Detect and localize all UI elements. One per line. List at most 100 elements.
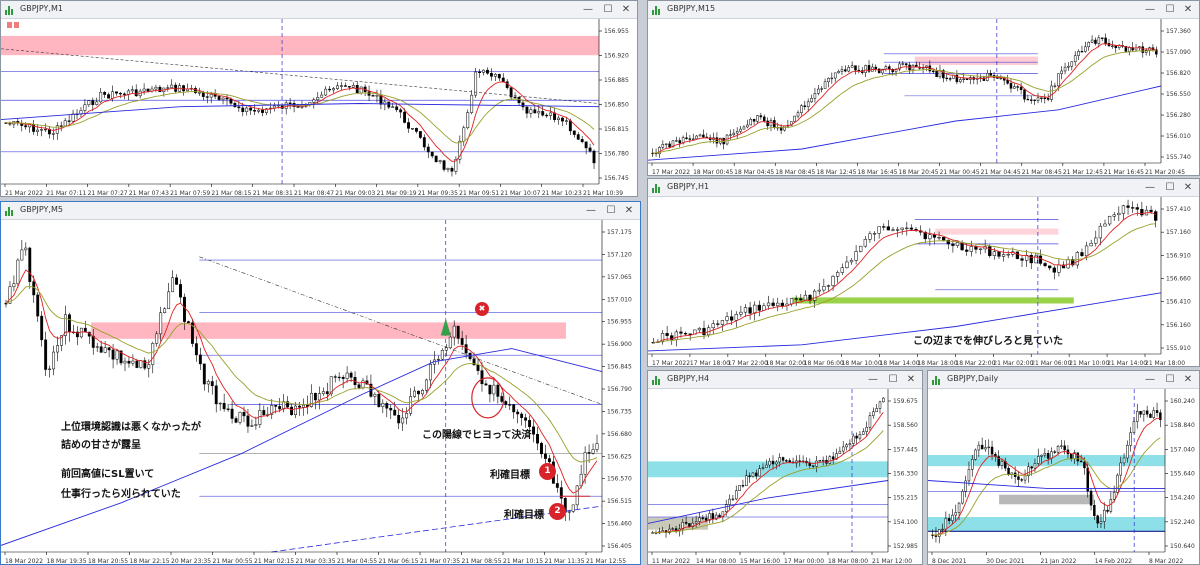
- candle-body: [501, 77, 505, 82]
- candle-body: [1076, 452, 1080, 462]
- time-tick-label: 21 Mar 07:27: [88, 190, 128, 196]
- candle-body: [282, 401, 286, 410]
- chart-window-daily[interactable]: GBPJPY,Daily — ☐ ✕ 160.240 158.840 157.040…: [927, 370, 1200, 565]
- candle-body: [928, 234, 932, 240]
- candle-body: [864, 65, 867, 73]
- candle-body: [1149, 209, 1153, 212]
- chart-area[interactable]: 156.955 156.920 156.885 156.850 156.815 156.7…: [1, 19, 637, 196]
- candle-body: [831, 456, 835, 460]
- title-bar[interactable]: GBPJPY,M1 — ☐ ✕: [1, 1, 637, 19]
- time-tick-label: 21 Mar 11:35: [545, 558, 585, 564]
- maximize-button[interactable]: ☐: [1163, 372, 1177, 387]
- close-button[interactable]: ✕: [622, 203, 636, 218]
- minimize-button[interactable]: —: [584, 203, 598, 218]
- candle-body: [728, 498, 731, 505]
- chart-area[interactable]: 157.360 157.090 156.820 156.550 156.280 156.0…: [648, 19, 1199, 175]
- chart-window-h4[interactable]: GBPJPY,H4 — ☐ ✕ 159.675 158.560 157.445 156…: [647, 370, 923, 565]
- candle-body: [170, 84, 174, 88]
- title-bar[interactable]: GBPJPY,M15 — ☐ ✕: [648, 1, 1199, 19]
- candle-body: [957, 502, 961, 513]
- maximize-button[interactable]: ☐: [1163, 180, 1177, 195]
- candle-body: [359, 86, 363, 93]
- chart-window-m5[interactable]: GBPJPY,M5 — ☐ ✕ 157.175 157.120 157.065 157…: [0, 201, 641, 565]
- candle-body: [1063, 445, 1066, 451]
- chart-app-icon: [932, 375, 943, 385]
- minimize-button[interactable]: —: [581, 2, 595, 17]
- title-bar[interactable]: GBPJPY,Daily — ☐ ✕: [928, 371, 1199, 389]
- candle-body: [905, 227, 909, 230]
- candle-body: [1132, 421, 1136, 433]
- candle-body: [182, 85, 186, 92]
- candle-body: [1083, 461, 1086, 469]
- candle-body: [863, 239, 867, 247]
- minimize-button[interactable]: —: [866, 372, 880, 387]
- candle-body: [401, 417, 405, 424]
- chart-background: [1, 220, 640, 564]
- candle-body: [688, 138, 692, 140]
- price-chart[interactable]: 159.675 158.560 157.445 156.330 155.215 154.1…: [648, 389, 922, 564]
- candle-body: [234, 418, 238, 423]
- chart-window-m1[interactable]: GBPJPY,M1 — ☐ ✕ 156.955 156.920 156.885 156…: [0, 0, 638, 197]
- close-button[interactable]: ✕: [619, 2, 633, 17]
- note-exit: この陽線でヒヨって決済: [422, 430, 532, 441]
- candle-body: [771, 460, 775, 465]
- minimize-button[interactable]: —: [1143, 180, 1157, 195]
- minimize-button[interactable]: —: [1143, 2, 1157, 17]
- candle-body: [134, 89, 138, 97]
- title-bar[interactable]: GBPJPY,H4 — ☐ ✕: [648, 371, 922, 389]
- price-chart[interactable]: 157.360 157.090 156.820 156.550 156.280 156.0…: [648, 19, 1199, 175]
- candle-body: [361, 380, 365, 388]
- close-button[interactable]: ✕: [904, 372, 918, 387]
- candle-body: [989, 72, 992, 76]
- candle-body: [537, 111, 541, 114]
- candle-body: [312, 99, 316, 103]
- close-button[interactable]: ✕: [1181, 2, 1195, 17]
- candle-body: [789, 298, 794, 305]
- maximize-button[interactable]: ☐: [601, 2, 615, 17]
- chart-window-m15[interactable]: GBPJPY,M15 — ☐ ✕ 157.360 157.090 156.820 15…: [647, 0, 1200, 176]
- time-tick-label: 17 Mar 00:00: [784, 558, 824, 564]
- candle-body: [751, 472, 755, 477]
- close-button[interactable]: ✕: [1181, 180, 1195, 195]
- candle-body: [540, 442, 543, 455]
- chart-window-h1[interactable]: GBPJPY,H1 — ☐ ✕ 157.410 157.160 156.910 156…: [647, 178, 1200, 367]
- candle-body: [555, 483, 559, 488]
- candle-body: [1142, 410, 1146, 415]
- price-tick-label: 154.100: [893, 519, 918, 526]
- candle-body: [1053, 85, 1057, 87]
- candle-body: [430, 151, 434, 157]
- close-button[interactable]: ✕: [1181, 372, 1195, 387]
- candle-body: [964, 480, 967, 492]
- candle-body: [446, 168, 450, 170]
- candle-body: [99, 92, 103, 103]
- price-tick-label: 156.280: [1166, 112, 1191, 119]
- time-tick-label: 21 Mar 09:35: [418, 190, 458, 196]
- title-bar[interactable]: GBPJPY,H1 — ☐ ✕: [648, 179, 1199, 197]
- price-chart[interactable]: 157.175 157.120 157.065 157.010 156.955 156.9…: [1, 220, 640, 564]
- candle-body: [340, 85, 343, 87]
- candle-body: [493, 74, 497, 77]
- price-chart[interactable]: 156.955 156.920 156.885 156.850 156.815 156.7…: [1, 19, 637, 196]
- candle-body: [564, 120, 568, 122]
- candle-body: [1000, 461, 1004, 466]
- chart-area[interactable]: 157.410 157.160 156.910 156.660 156.410 156.1…: [648, 197, 1199, 366]
- candle-body: [800, 105, 803, 114]
- maximize-button[interactable]: ☐: [886, 372, 900, 387]
- title-bar[interactable]: GBPJPY,M5 — ☐ ✕: [1, 202, 640, 220]
- candle-body: [1090, 39, 1094, 43]
- minimize-button[interactable]: —: [1143, 372, 1157, 387]
- candle-body: [951, 243, 955, 246]
- candle-body: [183, 296, 186, 322]
- candle-body: [969, 246, 973, 252]
- candle-body: [701, 517, 705, 519]
- chart-area[interactable]: 159.675 158.560 157.445 156.330 155.215 154.1…: [648, 389, 922, 564]
- chart-area[interactable]: 160.240 158.840 157.040 155.640 154.240 152.2…: [928, 389, 1199, 564]
- maximize-button[interactable]: ☐: [1163, 2, 1177, 17]
- chart-area[interactable]: 157.175 157.120 157.065 157.010 156.955 156.9…: [1, 220, 640, 564]
- candle-body: [661, 143, 665, 148]
- candle-body: [194, 343, 198, 356]
- time-tick-label: 18 Mar 20:45: [899, 169, 939, 175]
- time-tick-label: 8 Dec 2021: [932, 558, 967, 564]
- maximize-button[interactable]: ☐: [604, 203, 618, 218]
- price-chart[interactable]: 160.240 158.840 157.040 155.640 154.240 152.2…: [928, 389, 1199, 564]
